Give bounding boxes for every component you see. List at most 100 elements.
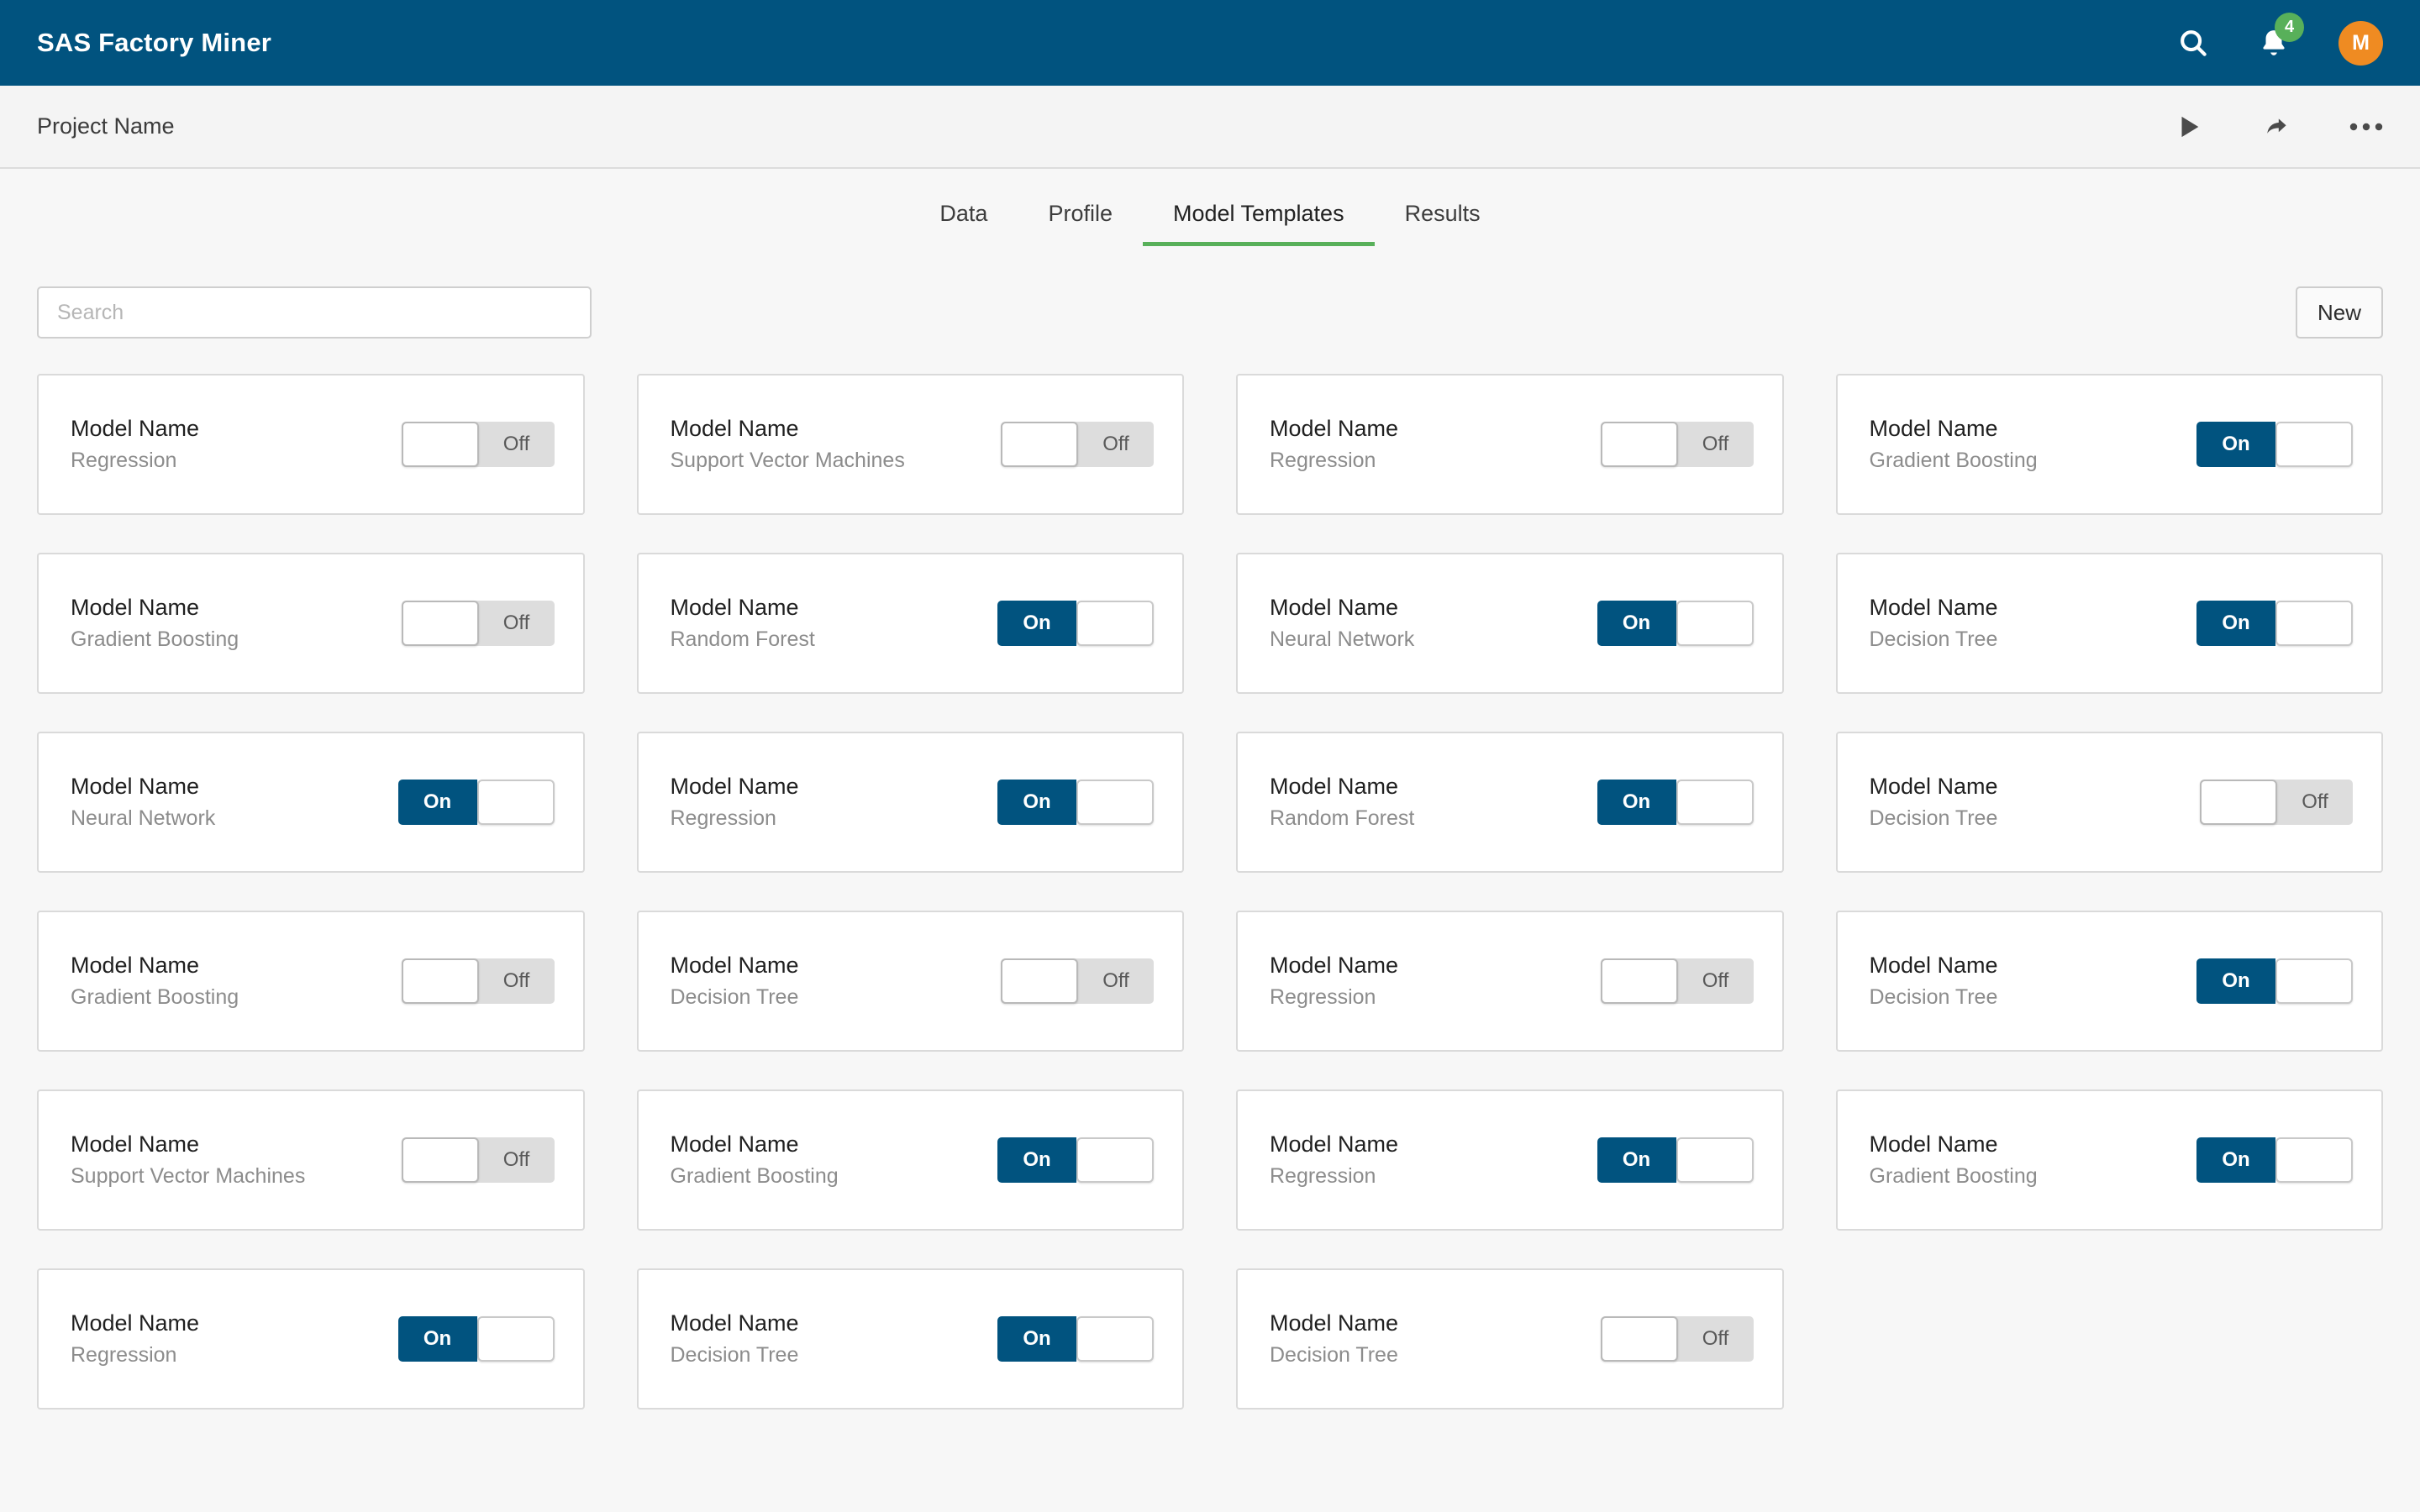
avatar[interactable]: M [2338,20,2383,66]
model-template-card[interactable]: Model Name Neural Network On [37,732,585,873]
card-title: Model Name [1270,416,1399,441]
tab-list: Data Profile Model Templates Results [909,201,1510,246]
model-enable-toggle[interactable]: On [397,1316,555,1362]
model-enable-toggle[interactable]: Off [2200,780,2353,825]
card-title: Model Name [71,1310,200,1336]
card-model-type: Decision Tree [670,985,799,1009]
model-enable-toggle[interactable]: Off [1600,1316,1754,1362]
toggle-knob [1676,1137,1754,1183]
toggle-state-label: On [2196,1137,2275,1183]
card-text: Model Name Decision Tree [1270,1310,1601,1368]
card-title: Model Name [670,774,799,799]
app-header: SAS Factory Miner 4 M [0,0,2420,86]
model-enable-toggle[interactable]: On [397,780,555,825]
card-text: Model Name Support Vector Machines [671,416,1002,473]
tab-results[interactable]: Results [1375,201,1511,246]
search-input[interactable] [37,286,592,339]
model-template-card[interactable]: Model Name Decision Tree Off [1835,732,2383,873]
model-template-card[interactable]: Model Name Decision Tree On [636,1268,1184,1410]
project-bar: Project Name [0,86,2420,169]
toggle-knob [1076,601,1154,646]
model-enable-toggle[interactable]: Off [1001,422,1154,467]
toggle-knob [2275,422,2353,467]
project-name[interactable]: Project Name [37,113,175,139]
model-enable-toggle[interactable]: On [1597,780,1754,825]
card-text: Model Name Decision Tree [671,1310,998,1368]
card-text: Model Name Random Forest [1270,774,1597,831]
model-enable-toggle[interactable]: Off [401,422,555,467]
model-enable-toggle[interactable]: Off [1600,958,1754,1004]
model-template-card[interactable]: Model Name Support Vector Machines Off [636,374,1184,515]
model-template-card[interactable]: Model Name Decision Tree On [1835,553,2383,694]
model-template-card[interactable]: Model Name Neural Network On [1236,553,1784,694]
card-model-type: Gradient Boosting [1869,449,2038,472]
card-model-type: Gradient Boosting [1869,1164,2038,1188]
model-enable-toggle[interactable]: On [2196,422,2353,467]
model-enable-toggle[interactable]: Off [1001,958,1154,1004]
model-enable-toggle[interactable]: On [997,601,1154,646]
model-enable-toggle[interactable]: Off [401,601,555,646]
model-enable-toggle[interactable]: On [997,1316,1154,1362]
notifications-badge: 4 [2275,13,2304,42]
toggle-knob [2275,958,2353,1004]
model-enable-toggle[interactable]: On [1597,601,1754,646]
notifications-bell-icon[interactable]: 4 [2258,13,2304,60]
model-template-card[interactable]: Model Name Decision Tree On [1835,911,2383,1052]
model-template-card[interactable]: Model Name Regression Off [1236,374,1784,515]
card-text: Model Name Regression [71,1310,398,1368]
model-template-card[interactable]: Model Name Regression On [37,1268,585,1410]
card-title: Model Name [71,1131,200,1157]
card-model-type: Decision Tree [1270,1343,1398,1367]
toggle-state-label: Off [502,969,530,992]
model-enable-toggle[interactable]: On [2196,958,2353,1004]
model-template-card[interactable]: Model Name Decision Tree Off [1236,1268,1784,1410]
card-model-type: Regression [1270,985,1376,1009]
model-template-card[interactable]: Model Name Regression Off [37,374,585,515]
toggle-knob [1001,958,1078,1004]
card-text: Model Name Decision Tree [1870,774,2201,831]
model-enable-toggle[interactable]: On [2196,601,2353,646]
model-template-card[interactable]: Model Name Gradient Boosting Off [37,553,585,694]
card-title: Model Name [1270,774,1399,799]
model-template-card[interactable]: Model Name Regression On [636,732,1184,873]
model-template-card[interactable]: Model Name Regression Off [1236,911,1784,1052]
tab-data[interactable]: Data [909,201,1018,246]
model-template-card[interactable]: Model Name Random Forest On [1236,732,1784,873]
model-enable-toggle[interactable]: On [2196,1137,2353,1183]
new-button[interactable]: New [2296,286,2383,339]
share-arrow-icon[interactable] [2260,113,2292,141]
model-enable-toggle[interactable]: On [997,1137,1154,1183]
card-model-type: Gradient Boosting [670,1164,839,1188]
model-template-card[interactable]: Model Name Gradient Boosting On [1835,374,2383,515]
play-icon[interactable] [2175,113,2203,141]
ellipsis-icon[interactable] [2349,121,2383,133]
model-enable-toggle[interactable]: On [1597,1137,1754,1183]
model-template-card[interactable]: Model Name Gradient Boosting On [1835,1089,2383,1231]
toggle-knob [401,422,479,467]
card-text: Model Name Regression [1270,1131,1597,1189]
tab-profile[interactable]: Profile [1018,201,1143,246]
card-title: Model Name [71,595,200,620]
model-template-card[interactable]: Model Name Gradient Boosting Off [37,911,585,1052]
model-enable-toggle[interactable]: On [997,780,1154,825]
card-text: Model Name Regression [671,774,998,831]
tab-bar: Data Profile Model Templates Results [0,169,2420,246]
model-template-card[interactable]: Model Name Decision Tree Off [636,911,1184,1052]
card-text: Model Name Gradient Boosting [1870,1131,2197,1189]
toggle-knob [401,1137,479,1183]
toggle-knob [1600,958,1678,1004]
model-template-card[interactable]: Model Name Support Vector Machines Off [37,1089,585,1231]
model-template-card[interactable]: Model Name Random Forest On [636,553,1184,694]
model-enable-toggle[interactable]: Off [401,958,555,1004]
search-icon[interactable] [2177,27,2209,59]
card-model-type: Regression [1270,449,1376,472]
card-model-type: Random Forest [670,627,815,651]
model-template-card[interactable]: Model Name Regression On [1236,1089,1784,1231]
model-enable-toggle[interactable]: Off [401,1137,555,1183]
model-template-card[interactable]: Model Name Gradient Boosting On [636,1089,1184,1231]
toggle-state-label: On [2196,958,2275,1004]
toggle-knob [2200,780,2277,825]
tab-model-templates[interactable]: Model Templates [1142,201,1375,246]
model-enable-toggle[interactable]: Off [1600,422,1754,467]
toggle-state-label: On [997,601,1076,646]
